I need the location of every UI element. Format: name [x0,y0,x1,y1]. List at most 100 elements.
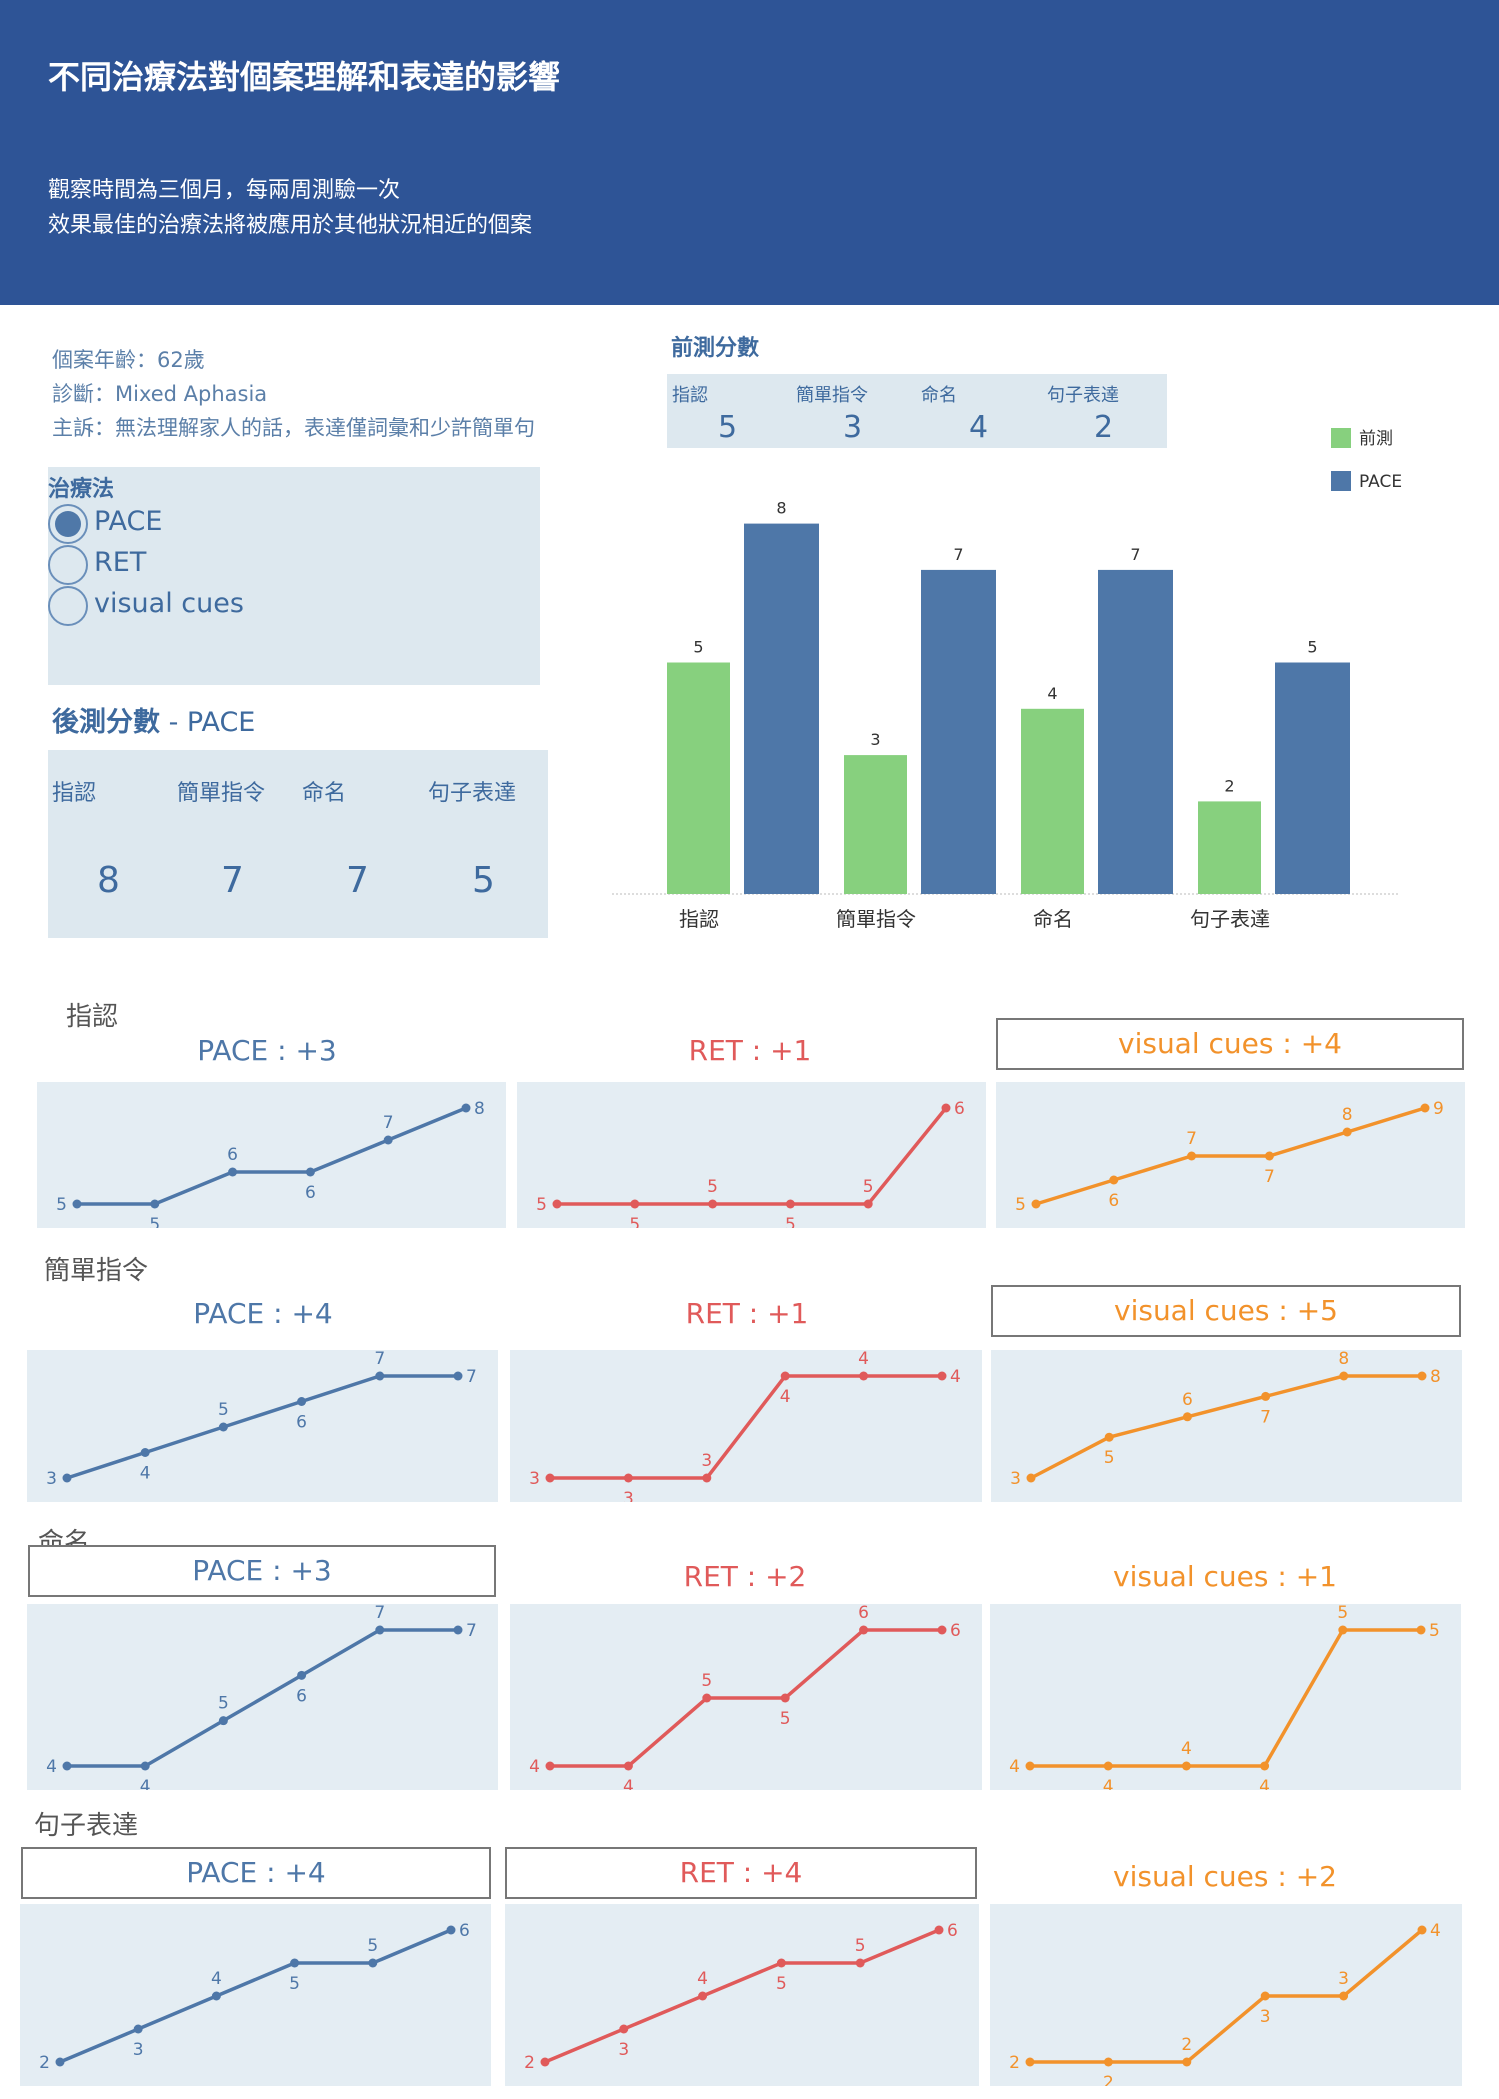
trend-point [698,1991,708,2001]
trend-line [1030,1374,1422,1480]
trend-line [66,1374,458,1480]
trend-point [941,1103,951,1113]
trend-title-ret: RET : +2 [683,1560,807,1593]
trend-point [290,1958,300,1968]
trend-point [937,1625,947,1635]
trend-point [140,1448,150,1457]
trend-value-label: 2 [1181,2035,1192,2055]
trend-value-label: 5 [863,1177,874,1197]
trend-point [545,1761,555,1771]
trend-value-label: 7 [383,1113,394,1133]
trend-line [1030,1928,1424,2064]
trend-value-label: 4 [697,1969,708,1989]
trend-value-label: 8 [1430,1367,1441,1387]
trend-line [550,1374,942,1480]
bar-category-label: 簡單指令 [836,907,916,931]
trend-point [62,1473,72,1483]
trend-value-label: 3 [623,1489,634,1502]
trend-point [859,1371,869,1381]
trend-point [863,1199,873,1209]
bar-pre-3 [1198,801,1261,894]
trend-point [1104,1432,1114,1442]
trend-value-label: 6 [459,1921,470,1941]
trend-point [297,1397,307,1406]
trend-value-label: 4 [140,1464,151,1484]
trend-value-label: 4 [529,1757,540,1777]
trend-value-label: 7 [466,1367,477,1387]
trend-value-label: 5 [1429,1621,1440,1641]
trend-point [368,1958,378,1968]
trend-value-label: 3 [1010,1469,1021,1489]
trend-title-visual-cues: visual cues : +5 [991,1285,1461,1337]
trend-value-label: 2 [1103,2073,1114,2086]
trend-point [453,1625,463,1635]
trend-point [228,1167,238,1177]
trend-value-label: 6 [947,1921,958,1941]
trend-point [1109,1175,1119,1185]
trend-value-label: 5 [218,1400,229,1420]
trend-line-chart-visual-cues: 5 6 7 7 8 9 [1015,1099,1444,1215]
trend-value-label: 4 [858,1350,869,1369]
bar-pace-1 [921,569,996,894]
trend-value-label: 4 [1430,1921,1441,1941]
trend-line-chart-ret: 4 4 5 5 6 6 [529,1604,961,1790]
bar-pre-0 [667,662,730,894]
trend-point [211,1991,221,2001]
trend-point [1026,1473,1036,1483]
trend-line [67,1628,458,1768]
trend-value-label: 6 [1182,1390,1193,1410]
bar-category-label: 指認 [679,907,719,931]
bar-value-label: 3 [870,730,880,749]
trend-value-label: 5 [785,1215,796,1228]
trend-title-ret: RET : +1 [685,1297,809,1330]
trend-value-label: 6 [1108,1191,1119,1211]
trend-line-chart-ret: 2 3 4 5 5 6 [524,1921,958,2073]
trend-point [1339,1371,1349,1381]
trend-point [702,1473,712,1483]
trend-line-chart-pace: 3 4 5 6 7 7 [46,1350,477,1489]
trend-line [544,1928,940,2064]
trend-value-label: 5 [629,1215,640,1228]
trend-value-label: 5 [1337,1604,1348,1623]
trend-value-label: 8 [1338,1350,1349,1369]
trend-line-chart-visual-cues: 2 2 2 3 3 4 [1009,1921,1441,2086]
trend-line [550,1628,942,1768]
trend-value-label: 6 [296,1413,307,1433]
trend-point [552,1199,562,1209]
bar-value-label: 8 [776,499,786,518]
trend-value-label: 5 [780,1709,791,1729]
trend-point [1182,1412,1192,1422]
trend-line [557,1106,948,1206]
trend-point [780,1693,790,1703]
trend-value-label: 3 [1338,1969,1349,1989]
trend-value-label: 2 [39,2053,50,2073]
trend-point [1031,1199,1041,1209]
trend-value-label: 3 [701,1451,712,1471]
trend-value-label: 4 [1259,1777,1270,1790]
trend-point [623,1473,633,1483]
trend-line-chart-pace: 2 3 4 5 5 6 [39,1921,470,2073]
trend-point [1025,2057,1035,2067]
trend-point [383,1135,393,1145]
trend-value-label: 4 [140,1777,151,1790]
trend-value-label: 8 [1342,1105,1353,1125]
trend-point [1342,1127,1352,1137]
trend-value-label: 5 [289,1974,300,1994]
trend-point [1338,1625,1348,1635]
trend-point [1260,1761,1270,1771]
trend-point [461,1103,471,1113]
trend-value-label: 7 [374,1350,385,1369]
legend-label: 前測 [1359,429,1393,449]
trend-point [62,1761,72,1771]
trend-value-label: 7 [1264,1167,1275,1187]
trend-value-label: 5 [1104,1448,1115,1468]
trend-value-label: 5 [855,1936,866,1956]
bar-value-label: 2 [1224,776,1234,795]
trend-value-label: 6 [305,1183,316,1203]
trend-point [297,1670,307,1680]
trend-point [72,1199,82,1209]
trend-value-label: 5 [218,1694,229,1714]
trend-point [708,1199,718,1209]
trend-value-label: 3 [1260,2007,1271,2027]
trend-point [55,2057,65,2067]
